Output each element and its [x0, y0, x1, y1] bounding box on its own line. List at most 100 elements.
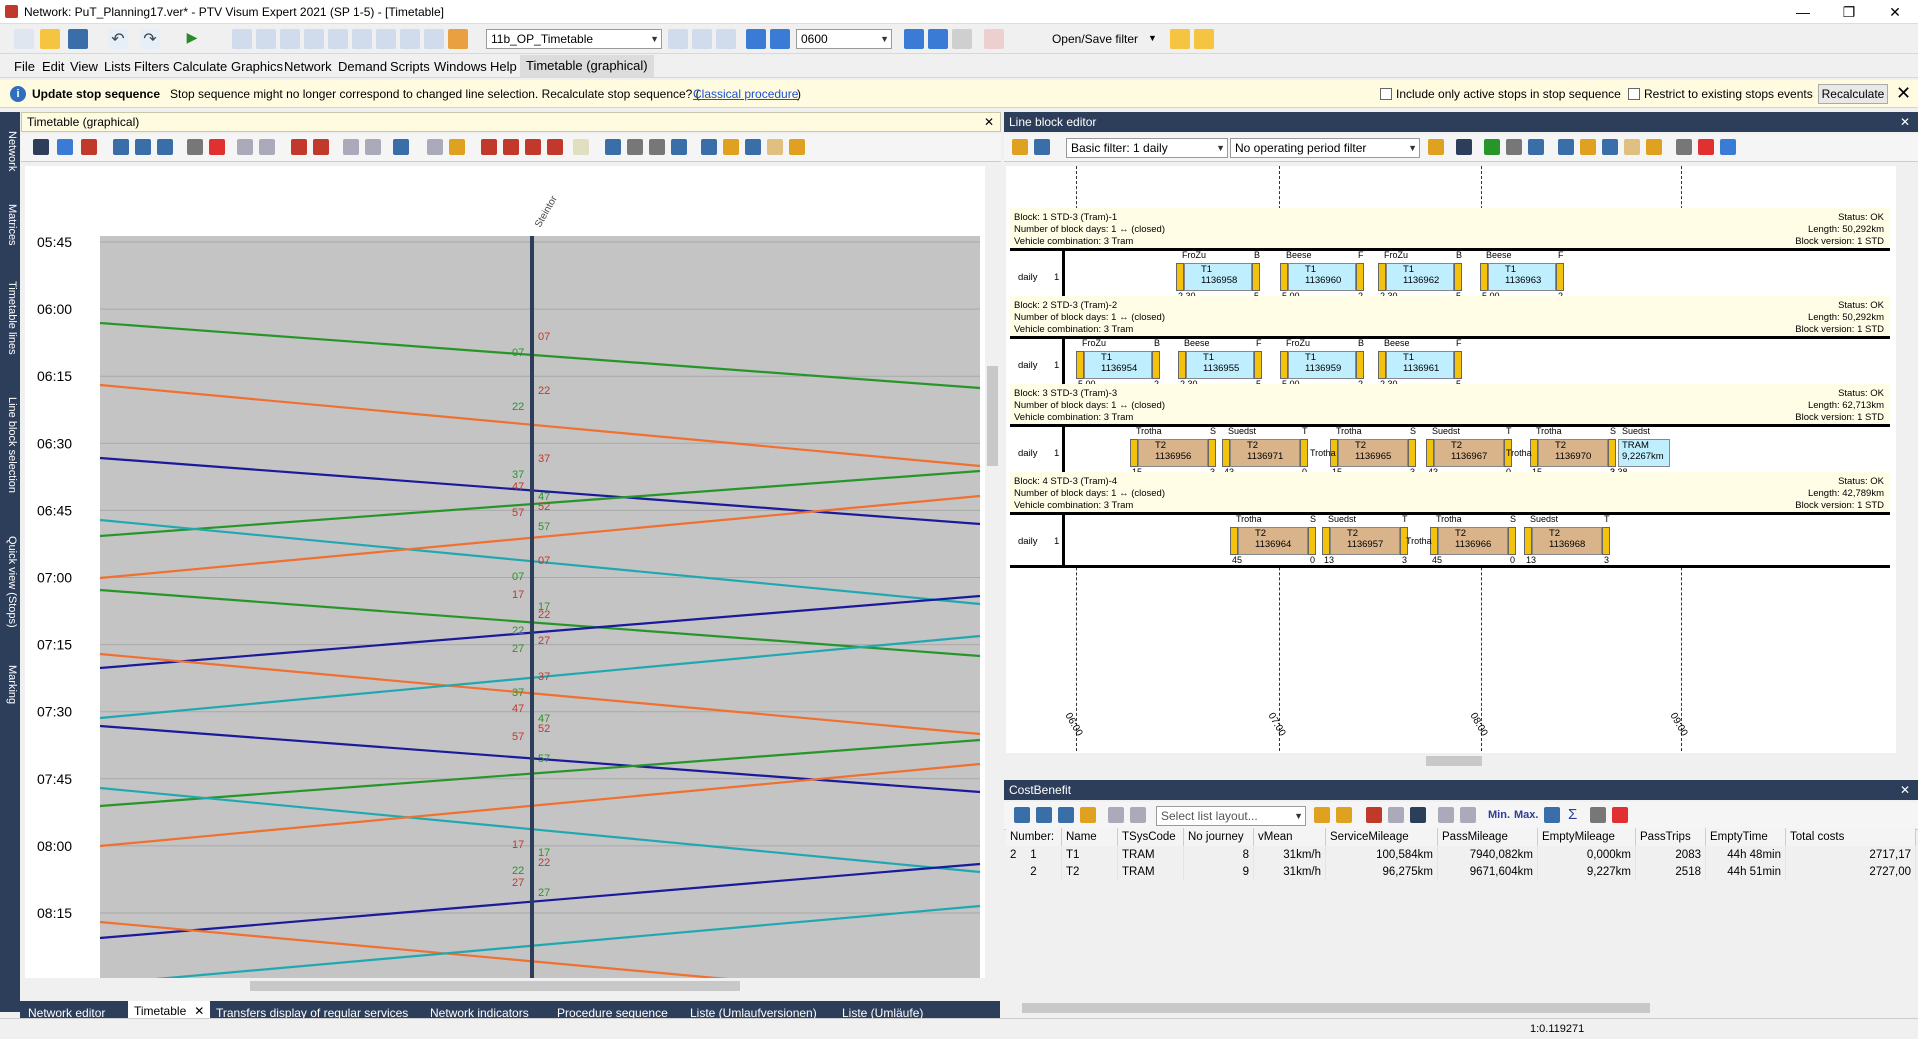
restore-button[interactable]: ❐ — [1826, 0, 1872, 24]
side-tab-matrices[interactable]: Matrices — [2, 192, 18, 258]
side-tab-timetable-lines[interactable]: Timetable lines — [2, 268, 18, 368]
grid-icon[interactable] — [328, 29, 348, 49]
vehicle-journey-cell[interactable]: T1 1136954 — [1084, 351, 1152, 379]
scroll-thumb[interactable] — [250, 981, 740, 991]
chart-icon[interactable] — [448, 29, 468, 49]
column-header[interactable]: Name — [1062, 828, 1118, 846]
trip-end-marker[interactable] — [1254, 351, 1262, 379]
empty-journey-cell[interactable]: TRAM 9,2267km — [1618, 439, 1670, 467]
minimize-button[interactable]: — — [1780, 0, 1826, 24]
column-header[interactable]: EmptyTime — [1706, 828, 1786, 846]
timetable-tool-icon[interactable] — [427, 139, 443, 155]
vehicle-journey-cell[interactable]: T2 1136970 — [1538, 439, 1608, 467]
close-icon[interactable]: ✕ — [1896, 83, 1911, 104]
table-cell[interactable]: 7940,082km — [1438, 847, 1538, 864]
menu-windows[interactable]: Windows — [434, 59, 487, 74]
table-cell[interactable]: 44h 48min — [1706, 847, 1786, 864]
column-header[interactable]: vMean — [1254, 828, 1326, 846]
save-icon[interactable] — [1058, 807, 1074, 823]
menu-lists[interactable]: Lists — [104, 59, 131, 74]
pencil-icon[interactable] — [789, 139, 805, 155]
timetable-tool-icon[interactable] — [291, 139, 307, 155]
vehicle-journey-cell[interactable]: T2 1136964 — [1238, 527, 1308, 555]
hand-icon[interactable] — [767, 139, 783, 155]
table-cell[interactable]: 31km/h — [1254, 847, 1326, 864]
table-cell[interactable]: 9671,604km — [1438, 864, 1538, 881]
column-header[interactable]: TSysCode — [1118, 828, 1184, 846]
window-tile-icon[interactable] — [716, 29, 736, 49]
menu-timetable-graphical[interactable]: Timetable (graphical) — [520, 55, 654, 77]
include-active-stops-checkbox[interactable] — [1380, 88, 1392, 100]
table-cell[interactable]: 100,584km — [1326, 847, 1438, 864]
trip-end-marker[interactable] — [1508, 527, 1516, 555]
trip-end-marker[interactable] — [1408, 439, 1416, 467]
save-icon[interactable] — [68, 29, 88, 49]
table-cell[interactable]: 9 — [1184, 864, 1254, 881]
table-cell[interactable]: TRAM — [1118, 847, 1184, 864]
new-icon[interactable] — [14, 29, 34, 49]
layout-combo[interactable]: 11b_OP_Timetable ▼ — [486, 29, 662, 49]
sort-asc-icon[interactable] — [1438, 807, 1454, 823]
lbe-tool-icon[interactable] — [1506, 139, 1522, 155]
list-layout-combo[interactable]: Select list layout... ▼ — [1156, 806, 1306, 826]
timetable-tool-icon[interactable] — [503, 139, 519, 155]
vehicle-journey-cell[interactable]: T1 1136961 — [1386, 351, 1454, 379]
open-filter-icon[interactable] — [1170, 29, 1190, 49]
timetable-vscroll[interactable] — [985, 166, 1000, 978]
timetable-tool-icon[interactable] — [343, 139, 359, 155]
link-icon[interactable] — [237, 139, 253, 155]
vehicle-journey-cell[interactable]: T1 1136955 — [1186, 351, 1254, 379]
trip-end-marker[interactable] — [1454, 263, 1462, 291]
network-icon[interactable] — [232, 29, 252, 49]
table-cell[interactable]: 96,275km — [1326, 864, 1438, 881]
table-cell[interactable]: 2717,17 — [1786, 847, 1916, 864]
vehicle-journey-cell[interactable]: T2 1136967 — [1434, 439, 1504, 467]
lbe-tool-icon[interactable] — [1484, 139, 1500, 155]
sort-desc-icon[interactable] — [1460, 807, 1476, 823]
menu-graphics[interactable]: Graphics — [231, 59, 283, 74]
timetable-tool-icon[interactable] — [525, 139, 541, 155]
play-icon[interactable] — [928, 29, 948, 49]
block-row[interactable]: daily 1 Trotha T2 1136964 S 45 0 Suedst T2 11… — [1010, 512, 1890, 568]
trip-start-marker[interactable] — [1280, 351, 1288, 379]
trip-end-marker[interactable] — [1356, 351, 1364, 379]
trip-start-marker[interactable] — [1130, 439, 1138, 467]
table-cell[interactable]: T2 — [1062, 864, 1118, 881]
open-layout-icon[interactable] — [1314, 807, 1330, 823]
trip-start-marker[interactable] — [1176, 263, 1184, 291]
trip-start-marker[interactable] — [1222, 439, 1230, 467]
timetable-tool-icon[interactable] — [481, 139, 497, 155]
timetable-tool-icon[interactable] — [365, 139, 381, 155]
close-window-button[interactable]: ✕ — [1872, 0, 1918, 24]
timetable-tool-icon[interactable] — [671, 139, 687, 155]
lbe-vscroll[interactable] — [1896, 166, 1912, 753]
trip-end-marker[interactable] — [1308, 527, 1316, 555]
side-tab-network[interactable]: Network — [2, 120, 18, 182]
lbe-tool-icon[interactable] — [1428, 139, 1444, 155]
menu-scripts[interactable]: Scripts — [390, 59, 430, 74]
trip-start-marker[interactable] — [1178, 351, 1186, 379]
trip-start-marker[interactable] — [1480, 263, 1488, 291]
scroll-thumb[interactable] — [987, 366, 998, 466]
column-header[interactable]: Total costs — [1786, 828, 1916, 846]
first-icon[interactable] — [770, 29, 790, 49]
graph-icon[interactable] — [304, 29, 324, 49]
clock-icon[interactable] — [400, 29, 420, 49]
timetable-hscroll[interactable] — [25, 978, 1000, 994]
table-cell[interactable]: 9,227km — [1538, 864, 1636, 881]
open-icon[interactable] — [40, 29, 60, 49]
trip-start-marker[interactable] — [1076, 351, 1084, 379]
trip-start-marker[interactable] — [1426, 439, 1434, 467]
list-icon[interactable] — [352, 29, 372, 49]
timetable-tool-icon[interactable] — [33, 139, 49, 155]
lbe-tool-icon[interactable] — [1720, 139, 1736, 155]
cb-tool-icon[interactable] — [1014, 807, 1030, 823]
trip-end-marker[interactable] — [1152, 351, 1160, 379]
trip-end-marker[interactable] — [1454, 351, 1462, 379]
trip-start-marker[interactable] — [1524, 527, 1532, 555]
trip-end-marker[interactable] — [1252, 263, 1260, 291]
trip-start-marker[interactable] — [1378, 263, 1386, 291]
column-header[interactable]: EmptyMileage — [1538, 828, 1636, 846]
trip-start-marker[interactable] — [1378, 351, 1386, 379]
lbe-hscroll[interactable] — [1006, 753, 1896, 769]
